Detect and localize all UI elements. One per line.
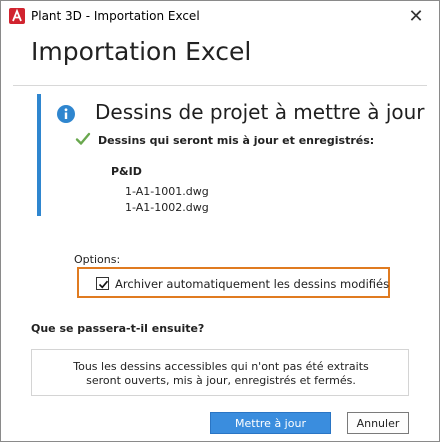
header-divider bbox=[13, 85, 427, 86]
autocad-plant3d-icon bbox=[9, 8, 25, 24]
archive-checkbox-label[interactable]: Archiver automatiquement les dessins mod… bbox=[115, 277, 389, 291]
next-steps-heading: Que se passera-t-il ensuite? bbox=[31, 322, 205, 335]
archive-option-highlight: Archiver automatiquement les dessins mod… bbox=[77, 267, 390, 298]
drawing-item: 1-A1-1001.dwg bbox=[125, 185, 209, 198]
window-title: Plant 3D - Importation Excel bbox=[31, 9, 200, 23]
info-heading: Dessins de projet à mettre à jour bbox=[95, 100, 425, 124]
title-bar: Plant 3D - Importation Excel ✕ bbox=[1, 1, 439, 31]
next-steps-line: Tous les dessins accessibles qui n'ont p… bbox=[73, 360, 369, 373]
options-label: Options: bbox=[74, 253, 121, 266]
page-title: Importation Excel bbox=[31, 37, 252, 66]
drawing-group-name: P&ID bbox=[111, 165, 142, 178]
checkbox-tick-icon bbox=[98, 280, 109, 289]
archive-checkbox[interactable] bbox=[96, 277, 109, 290]
checkmark-icon bbox=[75, 132, 91, 145]
update-button[interactable]: Mettre à jour bbox=[210, 412, 331, 434]
import-dialog: Plant 3D - Importation Excel ✕ Importati… bbox=[0, 0, 440, 442]
info-icon bbox=[57, 105, 75, 123]
cancel-button[interactable]: Annuler bbox=[347, 412, 409, 434]
close-button[interactable]: ✕ bbox=[393, 1, 439, 31]
next-steps-box: Tous les dessins accessibles qui n'ont p… bbox=[31, 349, 409, 396]
drawing-item: 1-A1-1002.dwg bbox=[125, 201, 209, 214]
drawings-info-block: Dessins de projet à mettre à jour Dessin… bbox=[37, 94, 427, 216]
close-icon: ✕ bbox=[408, 5, 424, 27]
next-steps-text: Tous les dessins accessibles qui n'ont p… bbox=[32, 360, 410, 388]
next-steps-line: seront ouverts, mis à jour, enregistrés … bbox=[86, 374, 356, 387]
update-list-label: Dessins qui seront mis à jour et enregis… bbox=[98, 134, 375, 147]
